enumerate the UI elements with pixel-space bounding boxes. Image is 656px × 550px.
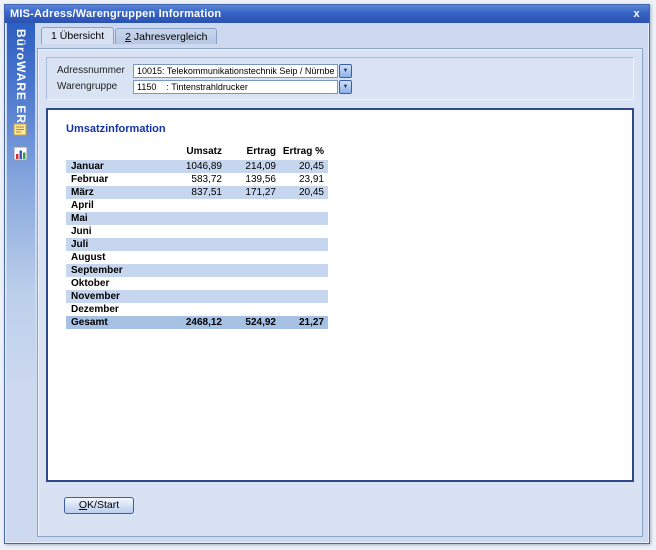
table-total-row: Gesamt 2468,12 524,92 21,27 bbox=[66, 316, 328, 329]
total-label: Gesamt bbox=[66, 316, 162, 329]
col-header-umsatz: Umsatz bbox=[162, 144, 226, 160]
total-ertrag-pct: 21,27 bbox=[280, 316, 328, 329]
table-row: September bbox=[66, 264, 328, 277]
window-body: BüroWARE ERP 1 Übersicht bbox=[7, 23, 647, 541]
app-window: MIS-Adress/Warengruppen Information x Bü… bbox=[4, 4, 650, 544]
tab-panel: Adressnummer ▼ Warengruppe ▼ Umsatzinfor… bbox=[37, 48, 643, 537]
tab-uebersicht[interactable]: 1 Übersicht bbox=[41, 27, 114, 44]
tab-jahresvergleich[interactable]: 2 Jahresvergleich bbox=[115, 28, 217, 44]
col-header-ertrag-pct: Ertrag % bbox=[280, 144, 328, 160]
table-row: Mai bbox=[66, 212, 328, 225]
brand-label: BüroWARE ERP bbox=[14, 23, 28, 133]
table-row: Januar1046,89214,0920,45 bbox=[66, 160, 328, 173]
total-ertrag: 524,92 bbox=[226, 316, 280, 329]
warengruppe-field[interactable] bbox=[133, 80, 338, 94]
table-row: November bbox=[66, 290, 328, 303]
table-row: Juni bbox=[66, 225, 328, 238]
table-row: März837,51171,2720,45 bbox=[66, 186, 328, 199]
warengruppe-label: Warengruppe bbox=[57, 81, 133, 92]
warengruppe-dropdown-icon[interactable]: ▼ bbox=[339, 80, 352, 94]
tab-label: Übersicht bbox=[60, 30, 104, 42]
table-header-row: Umsatz Ertrag Ertrag % bbox=[66, 144, 328, 160]
table-row: August bbox=[66, 251, 328, 264]
umsatz-panel: Umsatzinformation Umsatz Ertrag Ertrag % bbox=[46, 108, 634, 482]
notes-icon[interactable] bbox=[12, 121, 29, 138]
table-row: Februar583,72139,5623,91 bbox=[66, 173, 328, 186]
col-header-month bbox=[66, 144, 162, 160]
chart-icon[interactable] bbox=[12, 145, 29, 162]
main-area: 1 Übersicht 2 Jahresvergleich Adressnumm… bbox=[35, 23, 645, 539]
table-row: Juli bbox=[66, 238, 328, 251]
col-header-ertrag: Ertrag bbox=[226, 144, 280, 160]
umsatz-table: Umsatz Ertrag Ertrag % Januar1046,89214,… bbox=[66, 144, 328, 329]
umsatz-table-body: Januar1046,89214,0920,45Februar583,72139… bbox=[66, 160, 328, 316]
filter-form: Adressnummer ▼ Warengruppe ▼ bbox=[46, 57, 634, 100]
sidebar: BüroWARE ERP bbox=[7, 23, 35, 541]
window-title: MIS-Adress/Warengruppen Information bbox=[10, 8, 629, 20]
panel-footer: OK/Start bbox=[46, 482, 634, 528]
tab-label: Jahresvergleich bbox=[134, 31, 208, 43]
tab-accel: 2 bbox=[125, 31, 131, 43]
total-umsatz: 2468,12 bbox=[162, 316, 226, 329]
table-row: Dezember bbox=[66, 303, 328, 316]
tab-bar: 1 Übersicht 2 Jahresvergleich bbox=[35, 23, 645, 44]
adressnummer-dropdown-icon[interactable]: ▼ bbox=[339, 64, 352, 78]
adressnummer-label: Adressnummer bbox=[57, 65, 133, 76]
panel-title: Umsatzinformation bbox=[66, 123, 632, 135]
close-icon[interactable]: x bbox=[629, 8, 644, 21]
adressnummer-field[interactable] bbox=[133, 64, 338, 78]
tab-accel: 1 bbox=[51, 30, 57, 42]
ok-start-button[interactable]: OK/Start bbox=[64, 497, 134, 514]
titlebar[interactable]: MIS-Adress/Warengruppen Information x bbox=[5, 5, 649, 23]
table-row: April bbox=[66, 199, 328, 212]
table-row: Oktober bbox=[66, 277, 328, 290]
